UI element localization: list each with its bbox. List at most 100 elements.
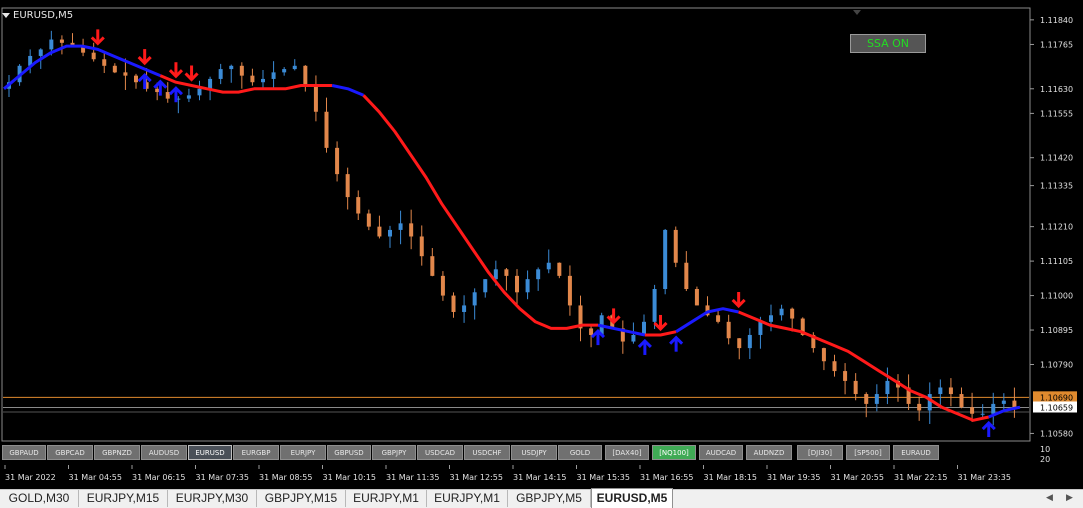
candle-body [716, 315, 721, 322]
candle-body [440, 275, 445, 296]
candle-body [663, 229, 668, 290]
symbol-button-dji30[interactable]: [DJI30] [797, 445, 843, 460]
down-arrow-icon [731, 291, 746, 309]
symbol-button-eurgbp[interactable]: EURGBP [233, 445, 279, 460]
candle-body [292, 65, 297, 70]
candle-body [747, 334, 752, 349]
candle-body [261, 78, 265, 83]
symbol-button-gbpnzd[interactable]: GBPNZD [94, 445, 140, 460]
symbol-button-eurusd[interactable]: EURUSD [188, 445, 232, 460]
candle-body [208, 78, 213, 89]
y-tick-label: 1.11000 [1040, 292, 1073, 301]
candle-body [927, 394, 932, 411]
candle-body [186, 95, 191, 99]
signal-arrows [90, 29, 996, 438]
candle-body [38, 49, 43, 56]
y-tick-label: 1.11765 [1040, 40, 1073, 49]
current-price-label: 1.10659 [1040, 404, 1073, 413]
candle-body [356, 197, 361, 214]
down-arrow-icon [606, 308, 621, 325]
tab-eurjpy-m1[interactable]: EURJPY,M1 [346, 490, 427, 507]
y-tick-label: 1.11335 [1040, 182, 1073, 191]
indicator-scale-label: 10 [1040, 445, 1050, 454]
candle-body [536, 269, 541, 280]
tab-eurjpy-m15[interactable]: EURJPY,M15 [79, 490, 168, 507]
candle-body [874, 394, 879, 404]
candle-body [419, 236, 424, 257]
tab-eurjpy-m1-second[interactable]: EURJPY,M1 [427, 490, 508, 507]
tab-gold-m30[interactable]: GOLD,M30 [0, 490, 79, 507]
candle-body [673, 229, 678, 263]
chart-window[interactable]: 1.11840 1.11765 1.11630 1.11555 1.11420 1.113… [0, 0, 1083, 489]
x-tick-label: 31 Mar 18:15 [704, 473, 757, 482]
symbol-button-usdchf[interactable]: USDCHF [464, 445, 510, 460]
symbol-button-gold[interactable]: GOLD [558, 445, 602, 460]
up-arrow-icon [137, 72, 152, 90]
candle-body [853, 380, 858, 395]
candle-body [324, 111, 329, 148]
symbol-button-gbpjpy[interactable]: GBPJPY [372, 445, 416, 460]
candle-body [515, 275, 519, 293]
chart-shift-marker[interactable] [853, 10, 861, 15]
ssa-line [3, 44, 1021, 422]
symbol-button-usdcad[interactable]: USDCAD [417, 445, 463, 460]
y-tick-label: 1.11420 [1040, 154, 1073, 163]
candle-body [409, 223, 414, 237]
symbol-button-dax40[interactable]: [DAX40] [605, 445, 649, 460]
y-tick-label: 1.10790 [1040, 361, 1073, 370]
orange-price-label: 1.10690 [1040, 393, 1073, 402]
tab-eurusd-m5[interactable]: EURUSD,M5 [591, 488, 673, 508]
y-tick-label: 1.10895 [1040, 326, 1073, 335]
symbol-button-nq100[interactable]: [NQ100] [652, 445, 696, 460]
candle-body [631, 334, 636, 342]
x-tick-label: 31 Mar 14:15 [513, 473, 566, 482]
symbol-button-audusd[interactable]: AUDUSD [141, 445, 187, 460]
candle-body [59, 39, 64, 43]
symbol-button-gbpcad[interactable]: GBPCAD [47, 445, 93, 460]
up-arrow-icon [637, 338, 652, 355]
x-tick-label: 31 Mar 12:55 [450, 473, 503, 482]
y-tick-label: 1.11210 [1040, 223, 1073, 232]
tab-gbpjpy-m5[interactable]: GBPJPY,M5 [508, 490, 591, 507]
candle-body [335, 147, 340, 175]
tab-eurjpy-m30[interactable]: EURJPY,M30 [168, 490, 257, 507]
symbol-button-gbpusd[interactable]: GBPUSD [327, 445, 371, 460]
symbol-button-gbpaud[interactable]: GBPAUD [2, 445, 46, 460]
candle-body [134, 75, 138, 83]
ssa-toggle-button[interactable]: SSA ON [850, 34, 926, 53]
tab-gbpjpy-m15[interactable]: GBPJPY,M15 [257, 490, 346, 507]
y-tick-label: 1.11555 [1040, 109, 1073, 118]
candle-body [483, 279, 488, 293]
symbol-button-audcad[interactable]: AUDCAD [699, 445, 743, 460]
time-axis[interactable]: 31 Mar 2022 31 Mar 04:55 31 Mar 06:15 31 Ma… [4, 465, 1011, 482]
symbol-button-sp500[interactable]: [SP500] [846, 445, 890, 460]
candle-body [684, 262, 689, 290]
ssa-segment [644, 330, 677, 337]
price-axis[interactable]: 1.11840 1.11765 1.11630 1.11555 1.11420 1.113… [1030, 16, 1077, 464]
candle-body [271, 72, 276, 79]
up-arrow-icon [168, 86, 183, 103]
indicator-scale-label: 20 [1040, 455, 1050, 464]
price-chart[interactable]: 1.11840 1.11765 1.11630 1.11555 1.11420 1.113… [0, 0, 1083, 489]
tab-scroll-left-icon[interactable]: ◀ [1046, 492, 1053, 503]
candle-body [112, 65, 117, 73]
candles [7, 30, 1017, 426]
candle-body [102, 59, 107, 66]
dropdown-triangle-icon[interactable] [2, 12, 10, 18]
candle-body [917, 403, 922, 411]
candle-body [769, 315, 773, 322]
symbol-button-eurjpy[interactable]: EURJPY [280, 445, 326, 460]
symbol-button-audnzd[interactable]: AUDNZD [746, 445, 792, 460]
symbol-button-usdjpy[interactable]: USDJPY [511, 445, 557, 460]
candle-body [1001, 400, 1006, 404]
y-tick-label: 1.10580 [1040, 429, 1073, 438]
symbol-button-euraud[interactable]: EURAUD [893, 445, 939, 460]
candle-body [758, 321, 763, 335]
candle-body [366, 213, 371, 227]
candle-body [737, 338, 742, 349]
y-tick-label: 1.11630 [1040, 85, 1073, 94]
candle-body [91, 52, 96, 60]
tab-scroll-right-icon[interactable]: ▶ [1066, 492, 1073, 503]
candle-body [726, 321, 731, 339]
up-arrow-icon [669, 335, 684, 352]
